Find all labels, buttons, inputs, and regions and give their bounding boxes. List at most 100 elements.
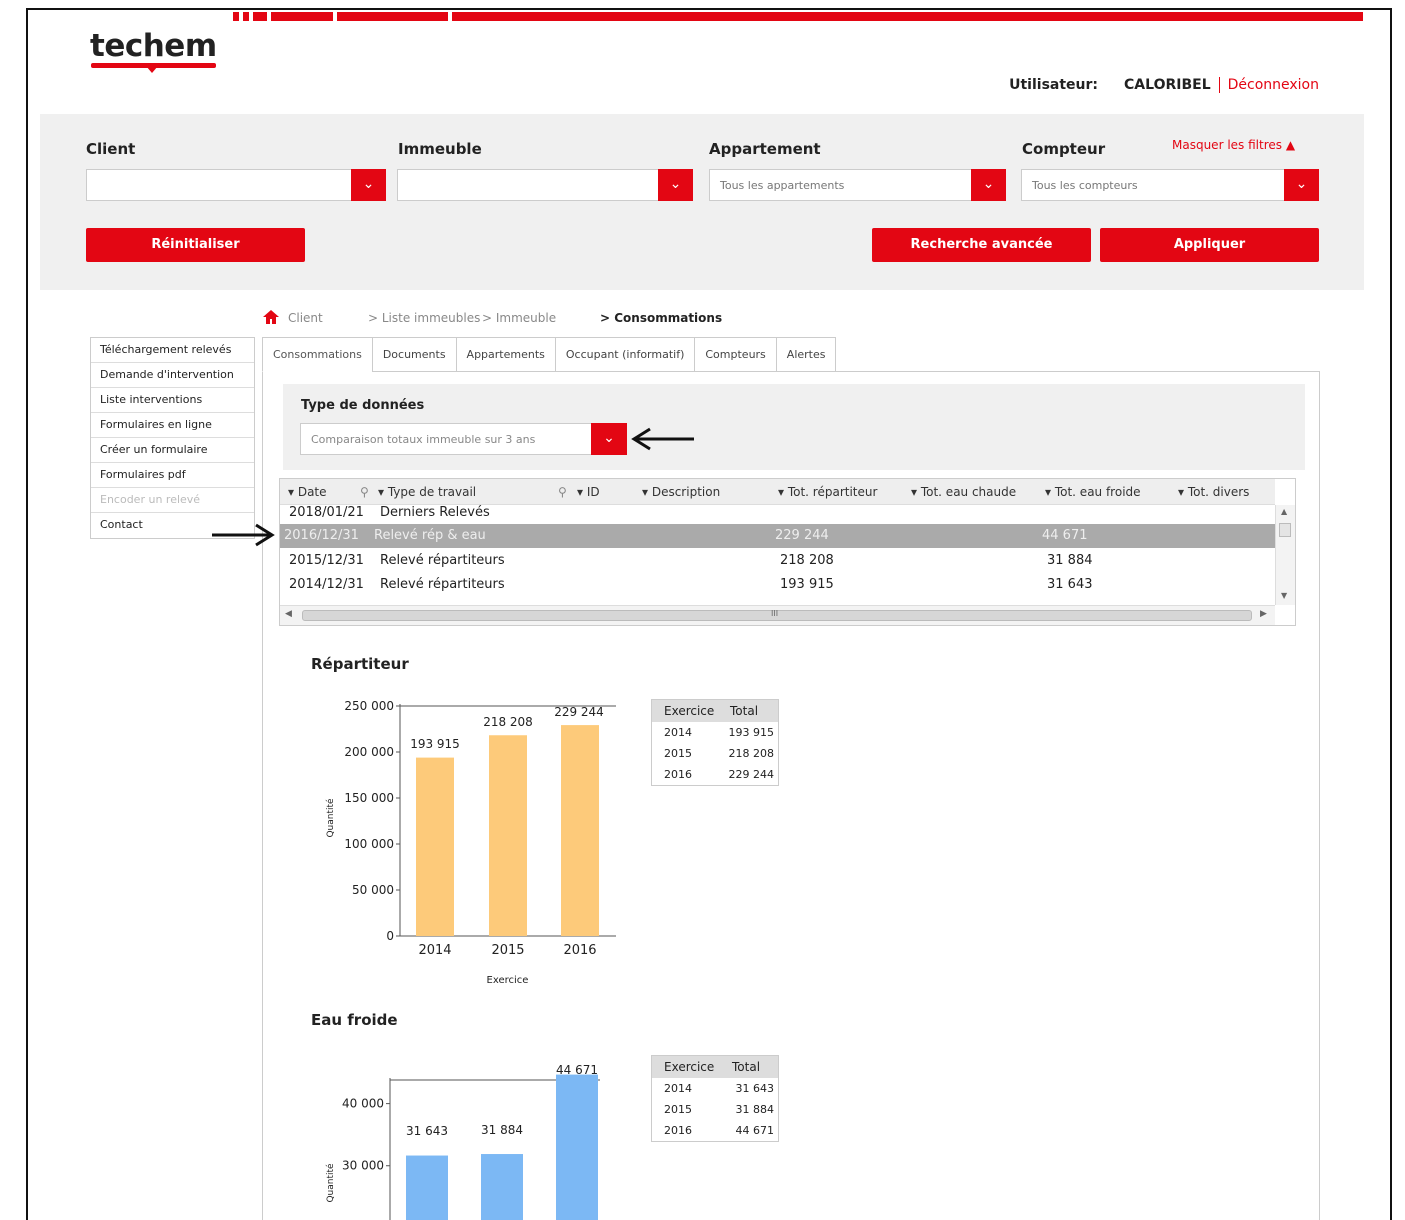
sidebar-item-telechargement[interactable]: Téléchargement relevés [91,338,254,363]
header-stripe [452,12,1363,21]
header-year: Exercice [664,704,715,718]
tab-compteurs[interactable]: Compteurs [694,337,776,372]
reset-button[interactable]: Réinitialiser [86,228,305,262]
chevron-down-icon[interactable]: ⌄ [971,169,1006,201]
chevron-down-icon[interactable]: ⌄ [658,169,693,201]
arrow-left-icon [631,427,694,451]
data-type-select[interactable]: Comparaison totaux immeuble sur 3 ans ⌄ [300,423,627,455]
y-tick-label: 100 000 [344,837,394,851]
sidebar-item-formulaires-ligne[interactable]: Formulaires en ligne [91,413,254,438]
appartement-filter-label: Appartement [709,140,821,158]
col-date[interactable]: ▾ Date [288,485,327,499]
breadcrumb-client[interactable]: Client [288,311,323,325]
search-icon[interactable]: ⚲ [360,485,369,499]
col-tot-divers[interactable]: ▾ Tot. divers [1178,485,1249,499]
appartement-select[interactable]: Tous les appartements ⌄ [709,169,1006,201]
scroll-thumb[interactable]: III [302,609,1252,621]
tab-alertes[interactable]: Alertes [775,337,837,372]
col-tot-eau-froide[interactable]: ▾ Tot. eau froide [1045,485,1141,499]
advanced-search-button[interactable]: Recherche avancée [872,228,1091,262]
scroll-thumb[interactable] [1279,523,1291,537]
sidebar-item-creer-formulaire[interactable]: Créer un formulaire [91,438,254,463]
table-row-selected[interactable]: 2016/12/31 Relevé rép & eau 229 244 44 6… [280,524,1275,548]
hide-filters-label: Masquer les filtres [1172,138,1282,152]
sidebar-item-interventions[interactable]: Liste interventions [91,388,254,413]
sidebar-item-demande[interactable]: Demande d'intervention [91,363,254,388]
scroll-up-icon[interactable]: ▲ [1281,507,1287,516]
client-select[interactable]: ⌄ [86,169,386,201]
cell-year: 2015 [664,1103,692,1116]
breadcrumb-list[interactable]: > Liste immeubles [368,311,480,325]
tab-occupant[interactable]: Occupant (informatif) [554,337,695,372]
y-axis-label: Quantité [325,1163,336,1203]
bar-value-label: 193 915 [410,737,460,751]
y-axis-label: Quantité [325,798,336,838]
col-description[interactable]: ▾ Description [642,485,720,499]
sidebar-item-formulaires-pdf[interactable]: Formulaires pdf [91,463,254,488]
apply-button[interactable]: Appliquer [1100,228,1319,262]
table-row[interactable]: 2018/01/21 Derniers Relevés [280,501,1275,525]
cell-rep: 229 244 [775,528,829,543]
cell-type: Relevé rép & eau [374,528,486,543]
chevron-down-icon[interactable]: ⌄ [351,169,386,201]
y-tick-label: 250 000 [344,699,394,713]
grid-horizontal-scrollbar[interactable]: ◀ III ▶ [280,605,1275,625]
scroll-left-icon[interactable]: ◀ [285,609,292,619]
tab-documents[interactable]: Documents [371,337,456,372]
table-row[interactable]: 2014/12/31 Relevé répartiteurs 193 915 3… [280,573,1275,597]
section-repartiteur: Répartiteur [311,655,409,673]
x-tick-label: 2015 [491,943,524,958]
logout-link[interactable]: Déconnexion [1228,77,1319,93]
cell-rep: 193 915 [780,577,834,592]
tab-bar: Consommations Documents Appartements Occ… [262,337,837,372]
col-type[interactable]: ▾ Type de travail [378,485,476,499]
table-row[interactable]: 2015/12/31 Relevé répartiteurs 218 208 3… [280,549,1275,573]
cell-date: 2016/12/31 [284,528,359,543]
cell-total: 218 208 [728,747,775,760]
cell-froide: 44 671 [1042,528,1088,543]
compteur-select-value: Tous les compteurs [1032,179,1138,192]
client-filter-label: Client [86,140,136,158]
compteur-filter-label: Compteur [1022,140,1106,158]
bar-2016 [561,725,599,936]
repartiteur-table: Exercice Total 2014 193 915 2015 218 208 2… [651,699,779,786]
chevron-down-icon[interactable]: ⌄ [591,423,627,455]
cell-date: 2018/01/21 [289,505,364,520]
list-item: 2014 31 643 [652,1078,778,1099]
bar-2015 [489,735,527,936]
col-id[interactable]: ▾ ID [577,485,600,499]
cell-total: 229 244 [728,768,775,781]
col-tot-eau-chaude[interactable]: ▾ Tot. eau chaude [911,485,1016,499]
cell-total: 31 643 [735,1082,775,1095]
cell-total: 31 884 [735,1103,775,1116]
compteur-select[interactable]: Tous les compteurs ⌄ [1021,169,1319,201]
techem-logo[interactable]: techem [90,28,217,64]
breadcrumb-current: > Consommations [600,311,723,325]
col-tot-repartiteur[interactable]: ▾ Tot. répartiteur [778,485,877,499]
eau-froide-table: Exercice Total 2014 31 643 2015 31 884 201… [651,1055,779,1142]
tab-appartements[interactable]: Appartements [455,337,555,372]
list-item: 2016 229 244 [652,764,778,785]
grid-vertical-scrollbar[interactable]: ▲ ▼ [1275,505,1295,605]
chevron-down-icon[interactable]: ⌄ [1284,169,1319,201]
hide-filters-link[interactable]: Masquer les filtres ▲ [1172,138,1295,152]
scroll-down-icon[interactable]: ▼ [1281,591,1287,600]
logo-tip [146,66,158,73]
bar-value-label: 229 244 [554,705,604,719]
immeuble-select[interactable]: ⌄ [397,169,693,201]
cell-froide: 31 643 [1047,577,1093,592]
scroll-right-icon[interactable]: ▶ [1260,609,1267,619]
header-year: Exercice [664,1060,715,1074]
header-stripe [253,12,267,21]
header-total: Total [730,704,759,718]
filter-panel [40,114,1364,290]
cell-rep: 218 208 [780,553,834,568]
cell-total: 44 671 [735,1124,775,1137]
search-icon[interactable]: ⚲ [558,485,567,499]
cell-type: Derniers Relevés [380,505,490,520]
user-label: Utilisateur: [1009,77,1099,93]
header-stripe [271,12,333,21]
tab-consommations[interactable]: Consommations [262,337,372,372]
breadcrumb-immeuble[interactable]: > Immeuble [482,311,556,325]
home-icon[interactable] [262,309,280,325]
